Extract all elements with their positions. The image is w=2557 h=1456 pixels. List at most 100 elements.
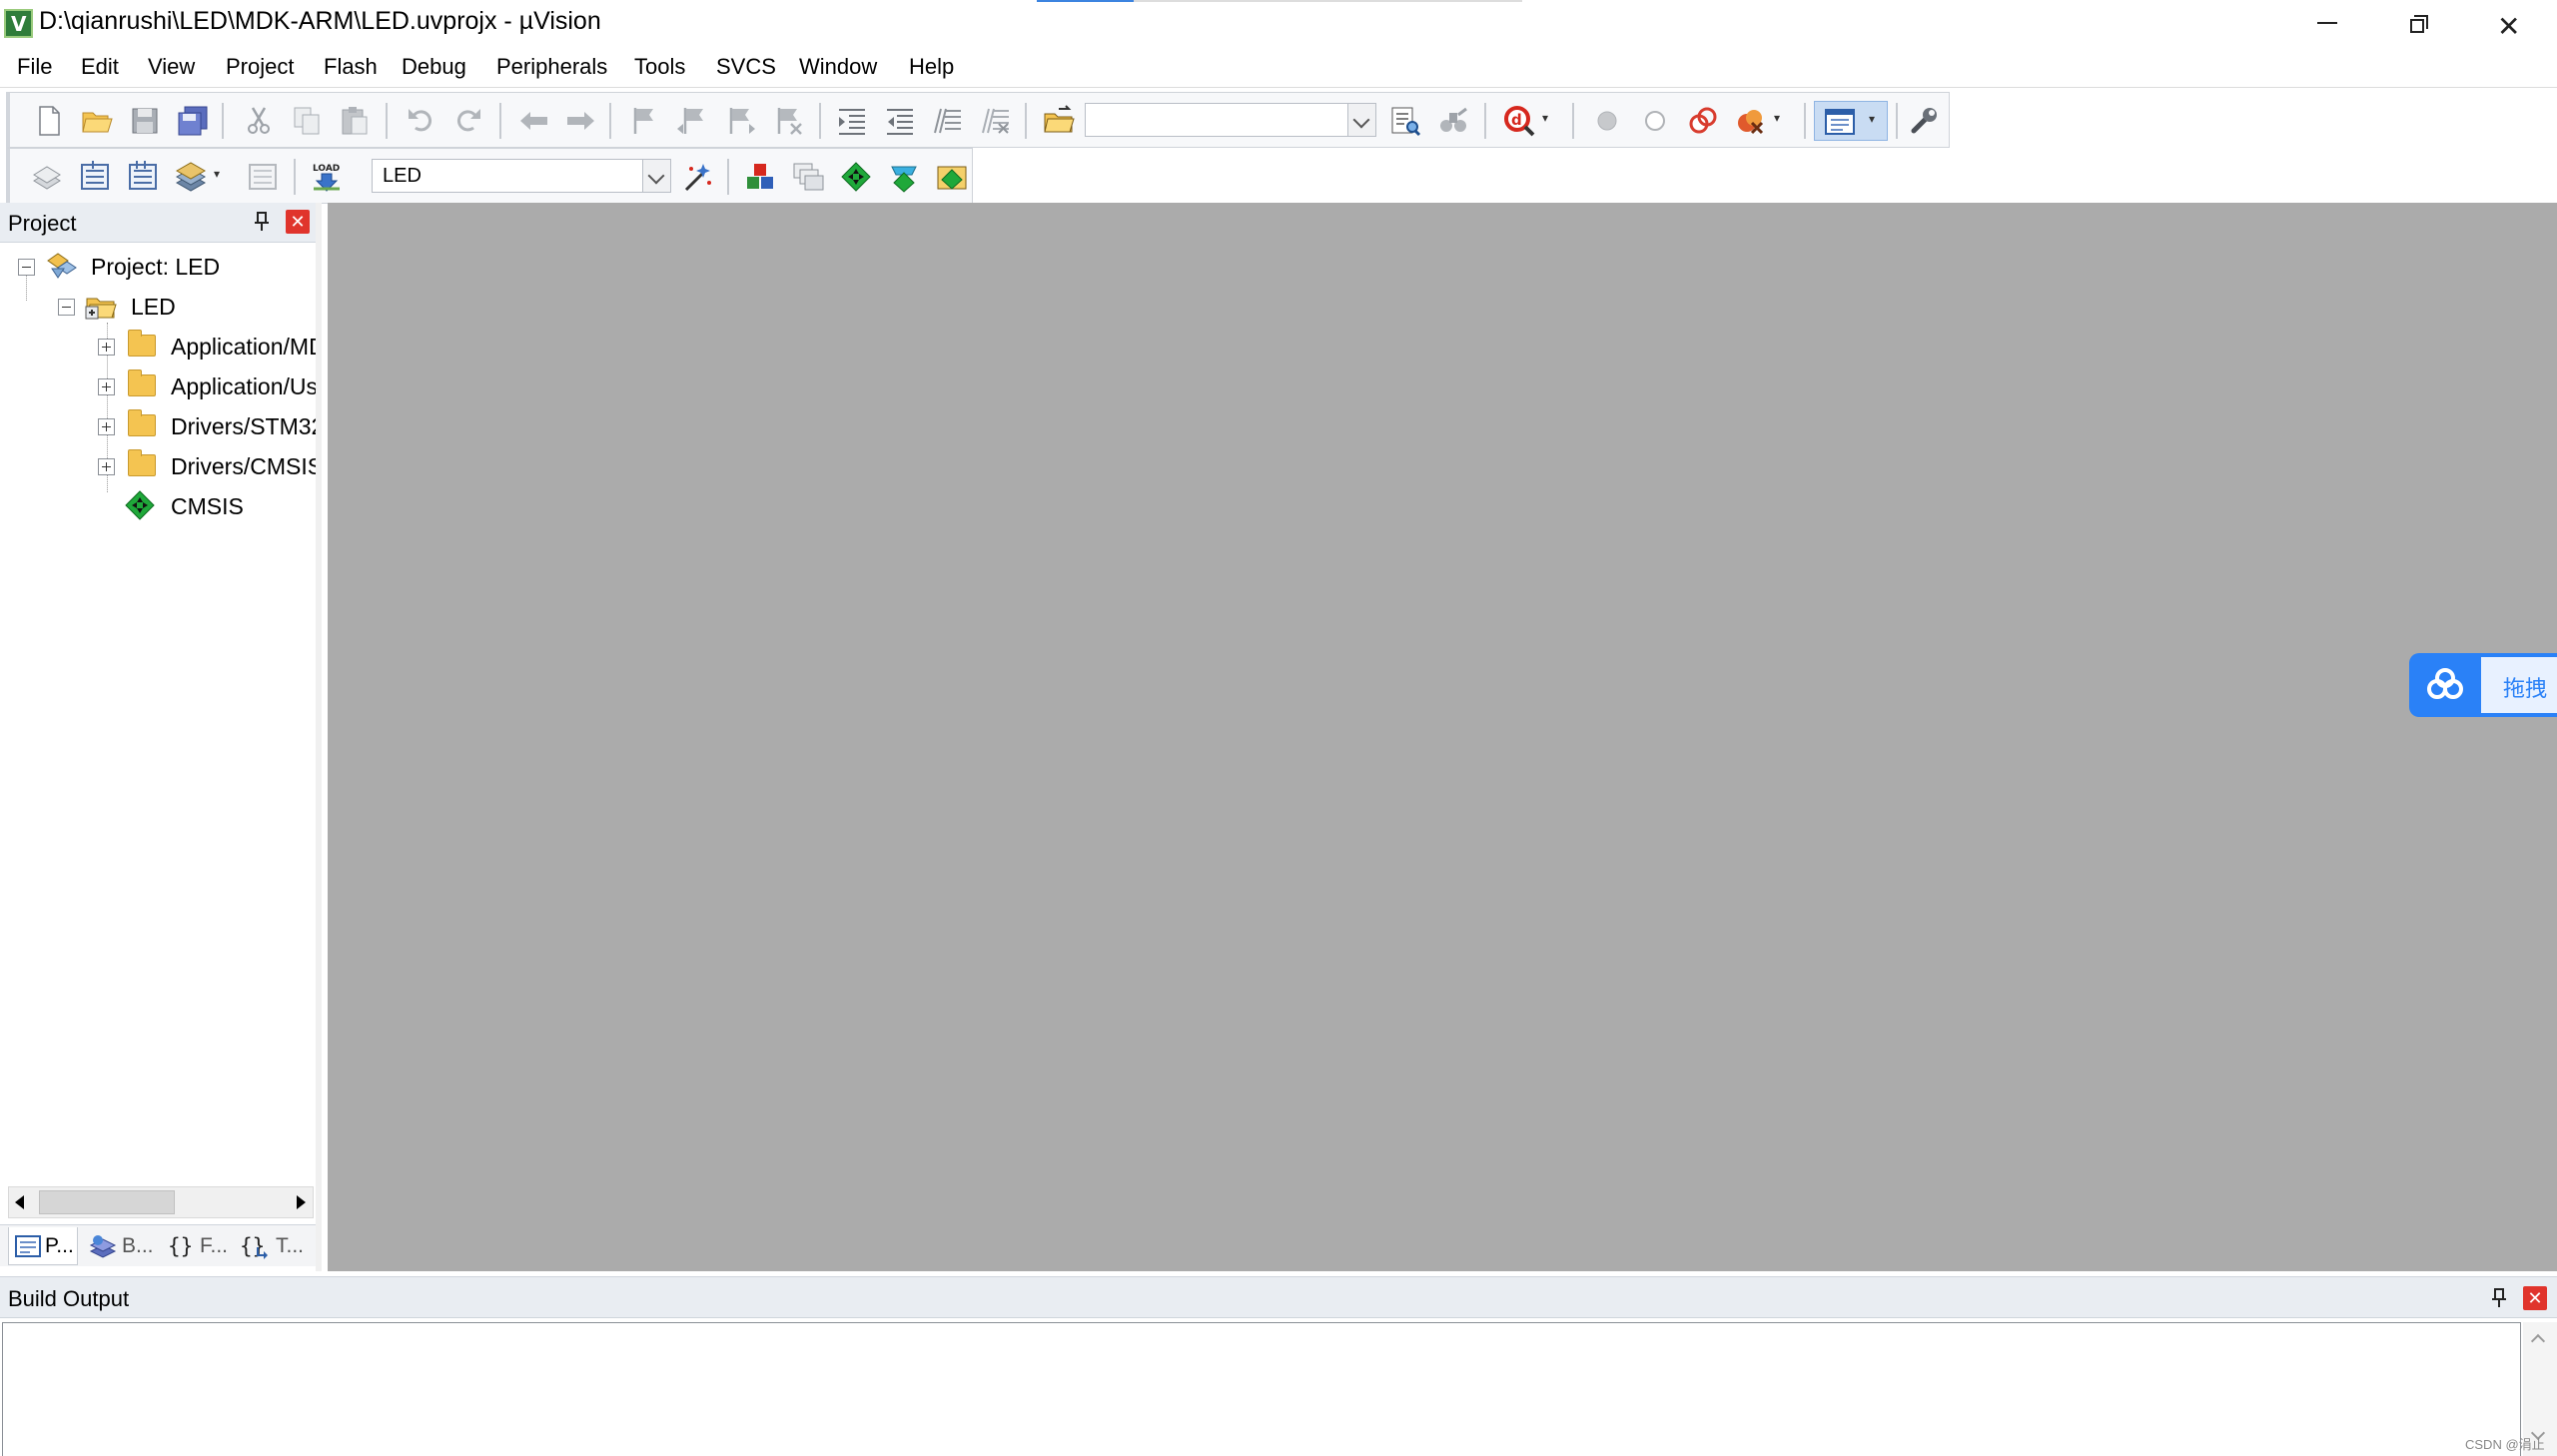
open-file-button[interactable] [80,105,114,137]
expand-toggle[interactable] [98,458,115,475]
manage-project-items-button[interactable] [743,161,777,193]
project-panel-title: Project [8,211,77,236]
new-file-button[interactable] [32,105,66,137]
download-button[interactable]: LOAD [310,161,344,193]
comment-selection-button[interactable] [931,105,965,137]
kill-breakpoints-button[interactable]: ▾ [1734,105,1790,137]
pin-icon[interactable] [252,211,272,233]
menu-svcs[interactable]: SVCS [716,54,776,80]
tree-item-target[interactable]: LED [0,287,316,327]
pin-icon[interactable] [2489,1287,2509,1309]
breakpoints-dropdown-arrow[interactable]: ▾ [1774,111,1780,125]
expand-toggle[interactable] [98,339,115,356]
enable-breakpoint-button[interactable] [1638,105,1672,137]
target-options-button[interactable] [681,161,715,193]
disable-all-breakpoints-button[interactable] [1686,105,1720,137]
menu-view[interactable]: View [148,54,195,80]
find-button[interactable] [1388,105,1422,137]
tab-books[interactable]: B... [82,1227,156,1265]
tree-item-group[interactable]: Drivers/STM32F1xx_HAL_Driver [0,406,316,446]
tab-project[interactable]: P... [8,1227,78,1265]
debug-session-button[interactable]: d ▾ [1502,105,1558,137]
scroll-left-arrow[interactable] [15,1195,24,1209]
indent-button[interactable] [835,105,869,137]
tree-item-group[interactable]: Application/User [0,366,316,406]
baidu-netdisk-float-widget[interactable]: 拖拽 [2409,653,2557,717]
menu-bar: File Edit View Project Flash Debug Perip… [0,46,2557,88]
menu-project[interactable]: Project [226,54,294,80]
editor-area[interactable] [328,203,2557,1271]
window-layout-button[interactable]: ▾ [1814,101,1888,141]
expand-toggle[interactable] [98,378,115,395]
target-select-dropdown[interactable] [642,160,670,192]
insert-bookmark-button[interactable] [627,105,661,137]
find-in-files-button[interactable] [1043,105,1077,137]
menu-debug[interactable]: Debug [402,54,466,80]
pack-installer-button[interactable] [887,161,921,193]
next-bookmark-button[interactable] [723,105,757,137]
project-horizontal-scrollbar[interactable] [8,1186,314,1218]
find-combo-dropdown[interactable] [1347,104,1375,136]
project-panel-close-button[interactable]: ✕ [286,210,310,234]
pack-update-button[interactable] [935,161,969,193]
menu-flash[interactable]: Flash [324,54,378,80]
target-select[interactable]: LED [372,159,671,193]
menu-edit[interactable]: Edit [81,54,119,80]
rebuild-button[interactable] [126,161,160,193]
save-all-button[interactable] [176,105,210,137]
stop-build-button[interactable] [246,161,280,193]
minimize-button[interactable] [2280,0,2372,46]
window-layout-dropdown-arrow[interactable]: ▾ [1869,112,1875,126]
tab-functions[interactable]: {} F... [160,1227,230,1265]
translate-button[interactable] [30,161,64,193]
uncomment-selection-button[interactable] [979,105,1013,137]
build-output-text[interactable] [2,1322,2521,1456]
undo-button[interactable] [404,105,437,137]
manage-run-time-environment-button[interactable] [839,161,873,193]
menu-window[interactable]: Window [799,54,877,80]
tree-item-component[interactable]: CMSIS [0,486,316,526]
scroll-right-arrow[interactable] [297,1195,306,1209]
menu-help[interactable]: Help [909,54,954,80]
tab-books-label: B... [122,1234,154,1257]
close-window-button[interactable]: ✕ [2464,0,2556,46]
select-packs-button[interactable] [791,161,825,193]
debug-dropdown-arrow[interactable]: ▾ [1542,111,1548,125]
scroll-thumb[interactable] [39,1190,175,1214]
uvision-app-icon[interactable]: V [4,9,33,38]
window-title: D:\qianrushi\LED\MDK-ARM\LED.uvprojx - µ… [39,7,601,35]
float-widget-panel[interactable]: 拖拽 [2481,657,2557,713]
menu-tools[interactable]: Tools [634,54,685,80]
expand-toggle[interactable] [98,418,115,435]
cut-button[interactable] [242,105,276,137]
tab-templates[interactable]: {} T... [234,1227,310,1265]
folder-icon [128,369,156,396]
previous-bookmark-button[interactable] [675,105,709,137]
insert-breakpoint-button[interactable] [1590,105,1624,137]
collapse-toggle[interactable] [18,259,35,276]
restore-button[interactable] [2372,0,2464,46]
navigate-forward-button[interactable] [563,105,597,137]
configure-button[interactable] [1908,105,1942,137]
batch-build-button[interactable]: ▾ [174,161,230,193]
navigate-back-button[interactable] [517,105,551,137]
tree-item-project-root[interactable]: Project: LED [0,247,316,287]
unindent-button[interactable] [883,105,917,137]
clear-bookmarks-button[interactable] [771,105,805,137]
collapse-toggle[interactable] [58,299,75,316]
find-combo[interactable] [1085,103,1376,137]
menu-file[interactable]: File [17,54,52,80]
batch-build-dropdown-arrow[interactable]: ▾ [214,167,220,181]
copy-button[interactable] [290,105,324,137]
build-button[interactable] [78,161,112,193]
scroll-up-arrow[interactable] [2530,1333,2546,1349]
save-button[interactable] [128,105,162,137]
redo-button[interactable] [451,105,485,137]
incremental-find-button[interactable] [1436,105,1470,137]
menu-peripherals[interactable]: Peripherals [496,54,607,80]
tree-item-group[interactable]: Drivers/CMSIS [0,446,316,486]
tree-item-group[interactable]: Application/MDK-ARM [0,327,316,366]
component-label: CMSIS [171,493,244,519]
paste-button[interactable] [338,105,372,137]
build-output-close-button[interactable]: ✕ [2523,1286,2547,1310]
